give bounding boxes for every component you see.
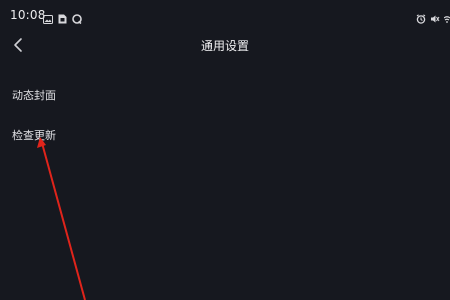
mute-icon — [430, 9, 440, 28]
alarm-icon — [416, 9, 426, 28]
page-title: 通用设置 — [200, 39, 249, 53]
navigation-bar: 通用设置 — [0, 30, 450, 62]
settings-item-dynamic-cover[interactable]: 动态封面 — [0, 75, 450, 115]
status-icons-right — [416, 9, 450, 28]
settings-screen: 10:08 通用设置 动态封面 检查更新 — [0, 0, 450, 300]
settings-item-label: 动态封面 — [12, 89, 56, 102]
wifi-icon — [443, 9, 450, 28]
status-icons-left — [43, 9, 82, 28]
sim-card-icon — [58, 9, 67, 28]
arrow-shaft — [41, 142, 86, 300]
status-bar: 10:08 — [0, 0, 450, 30]
settings-list: 动态封面 检查更新 — [0, 75, 450, 155]
settings-item-check-update[interactable]: 检查更新 — [0, 115, 450, 155]
status-time: 10:08 — [10, 8, 46, 22]
image-icon — [43, 9, 53, 28]
settings-item-label: 检查更新 — [12, 129, 56, 142]
chat-bubble-icon — [72, 9, 82, 28]
